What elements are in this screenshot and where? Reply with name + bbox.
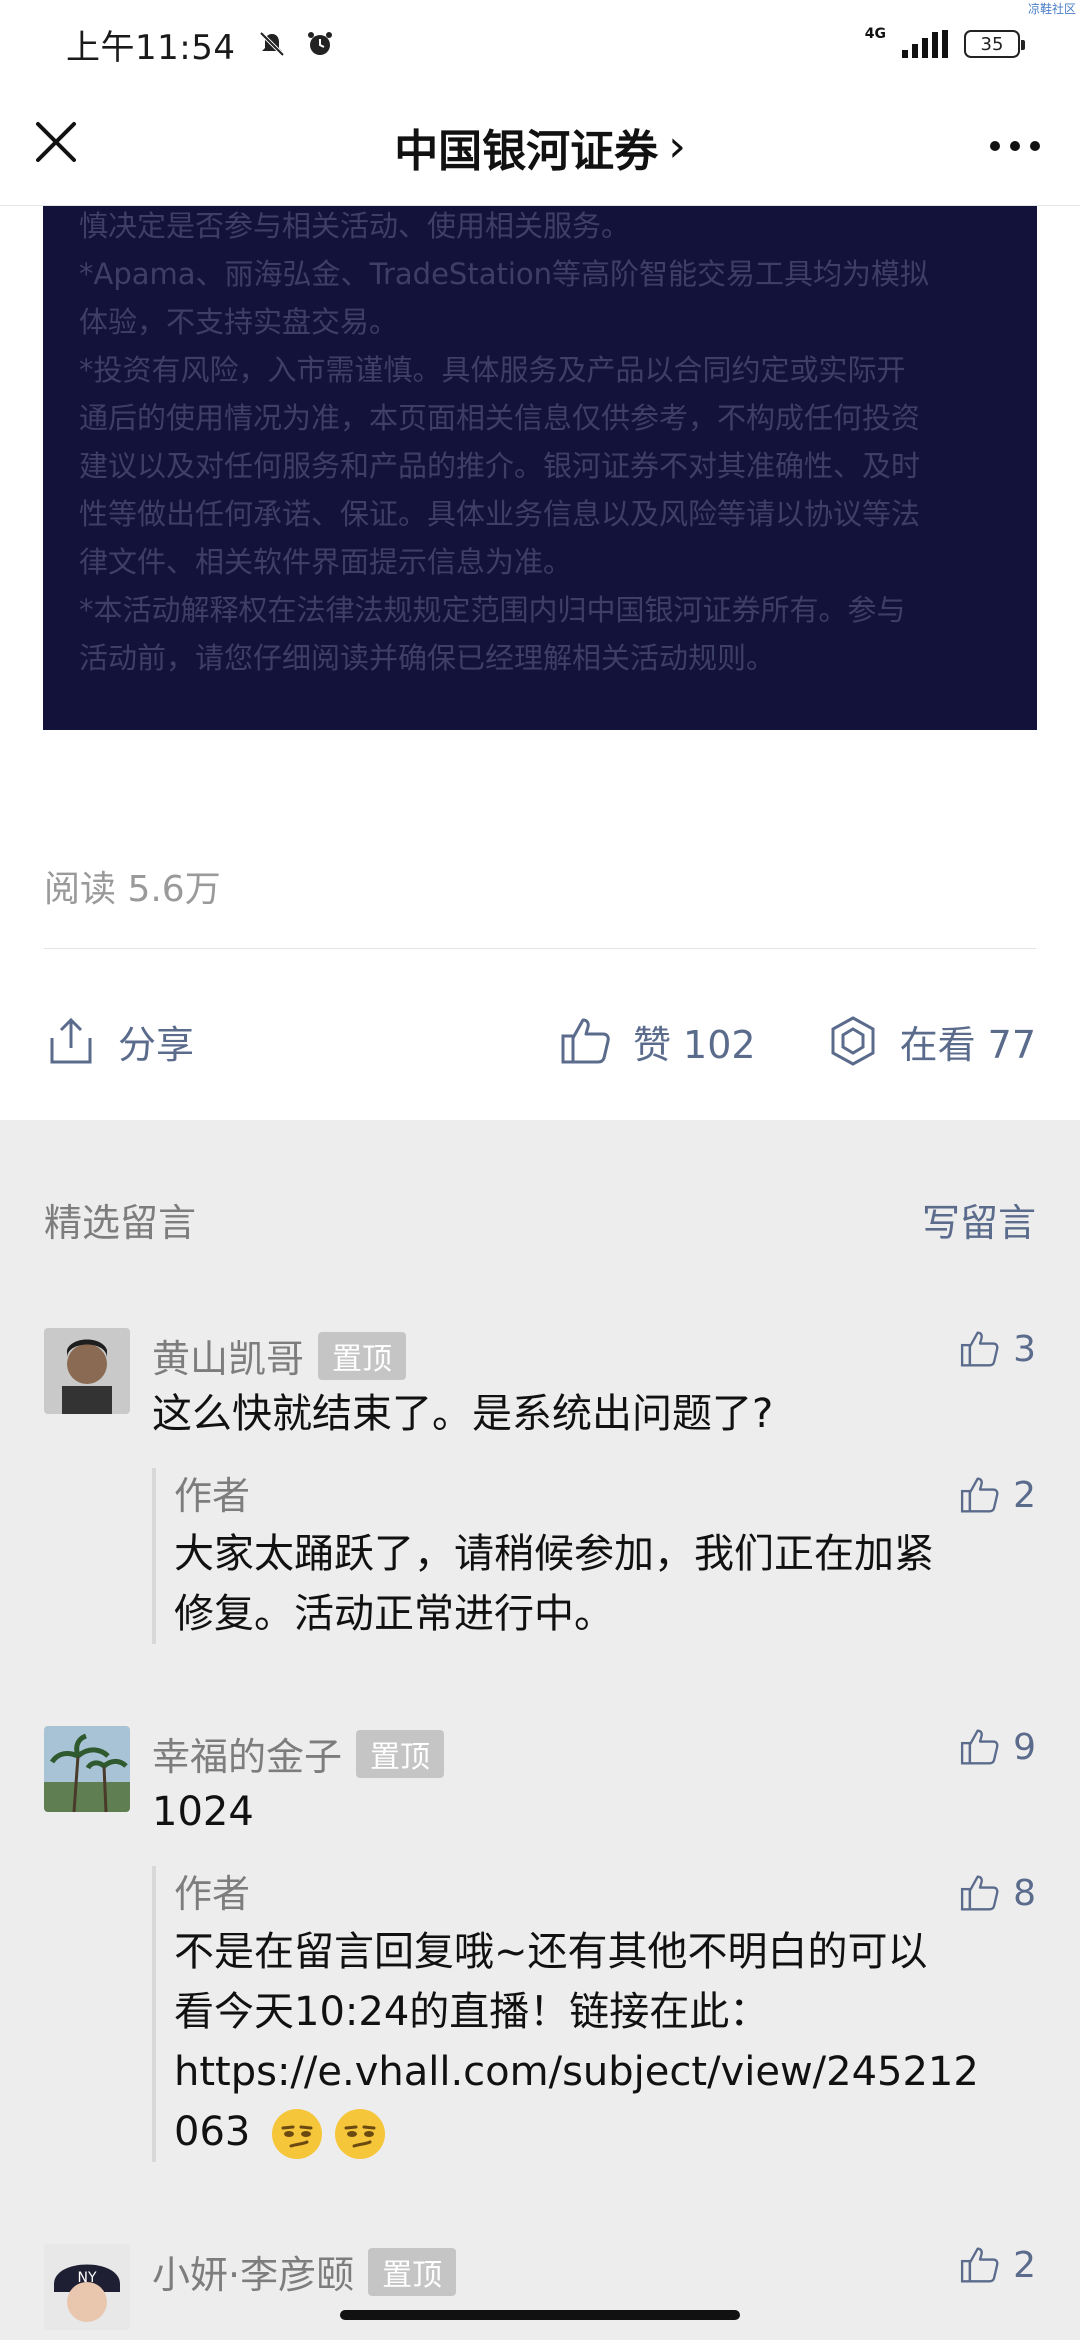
reply-text-line: 不是在留言回复哦~还有其他不明白的可以 xyxy=(174,1929,928,1975)
status-time: 上午11:54 xyxy=(66,27,236,68)
disclaimer-line: 体验，不支持实盘交易。 xyxy=(79,305,399,339)
comment-text: 这么快就结束了。是系统出问题了? xyxy=(152,1391,774,1437)
disclaimer-line: *投资有风险，入市需谨慎。具体服务及产品以合同约定或实际开 xyxy=(79,353,906,387)
reply-link-tail: 063 xyxy=(174,2102,1036,2162)
watching-label: 在看 77 xyxy=(899,1022,1036,1067)
more-dot xyxy=(1030,141,1040,151)
comment-item: 幸福的金子 置顶 9 1024 作者 不是在留言回复哦~还有其他不明白的可以 看… xyxy=(44,1726,1036,2166)
more-dot xyxy=(990,141,1000,151)
avatar[interactable] xyxy=(44,1726,130,1812)
thumbs-up-icon xyxy=(961,1477,999,1513)
reply-link-line: https://e.vhall.com/subject/view/245212 xyxy=(174,2049,979,2095)
author-reply: 作者 不是在留言回复哦~还有其他不明白的可以 看今天10:24的直播！链接在此：… xyxy=(152,1866,1036,2162)
corner-watermark: 凉鞋社区 xyxy=(1027,2,1076,16)
watching-icon xyxy=(831,1016,875,1066)
close-icon[interactable] xyxy=(30,116,90,176)
thumbs-up-icon xyxy=(961,1875,999,1911)
commenter-name[interactable]: 幸福的金子 xyxy=(152,1726,342,1781)
thumbs-up-icon xyxy=(561,1018,610,1064)
battery-icon: 35 xyxy=(964,30,1025,58)
account-name: 中国银河证券 xyxy=(394,125,659,177)
share-icon xyxy=(50,1017,92,1064)
watching-button[interactable]: 在看 77 xyxy=(826,1014,1036,1069)
reply-author: 作者 xyxy=(174,1474,251,1518)
avatar[interactable] xyxy=(44,1328,130,1414)
write-comment-button[interactable]: 写留言 xyxy=(922,1192,1036,1247)
author-reply: 作者 大家太踊跃了，请稍候参加，我们正在加紧 修复。活动正常进行中。 xyxy=(152,1468,1036,1644)
more-dot xyxy=(1010,141,1020,151)
comment-item: 黄山凯哥 置顶 3 这么快就结束了。是系统出问题了? 作者 大家太踊跃了，请稍候… xyxy=(44,1328,1036,1658)
divider xyxy=(44,948,1036,949)
reply-text-line: 看今天10:24的直播！链接在此： xyxy=(174,1989,770,2035)
avatar[interactable]: NY xyxy=(44,2244,130,2330)
smirk-emoji-icon xyxy=(334,2109,385,2159)
home-indicator[interactable] xyxy=(340,2310,740,2320)
comment-like-button[interactable]: 9 xyxy=(959,1726,1036,1768)
reply-like-button[interactable]: 8 xyxy=(959,1872,1036,1914)
status-right: 4G 35 xyxy=(865,26,1025,58)
comment-like-count: 3 xyxy=(1013,1328,1036,1370)
reply-like-button[interactable]: 2 xyxy=(959,1474,1036,1516)
reply-author: 作者 xyxy=(174,1872,251,1916)
comment-like-count: 9 xyxy=(1013,1726,1036,1768)
disclaimer-line: 慎决定是否参与相关活动、使用相关服务。 xyxy=(79,209,631,243)
pinned-badge: 置顶 xyxy=(356,1729,445,1778)
disclaimer-line: 通后的使用情况为准，本页面相关信息仅供参考，不构成任何投资 xyxy=(79,401,921,435)
mute-icon xyxy=(260,31,285,57)
account-title[interactable]: 中国银河证券 › xyxy=(394,115,686,179)
comment-like-count: 2 xyxy=(1013,2244,1036,2286)
disclaimer-line: 性等做出任何承诺、保证。具体业务信息以及风险等请以协议等法 xyxy=(79,497,921,531)
disclaimer-line: 活动前，请您仔细阅读并确保已经理解相关活动规则。 xyxy=(79,641,776,675)
comment-like-button[interactable]: 2 xyxy=(959,2244,1036,2286)
comment-meta: 小妍·李彦颐 置顶 xyxy=(152,2244,457,2299)
comments-title: 精选留言 xyxy=(44,1201,197,1245)
like-button[interactable]: 赞 102 xyxy=(559,1014,756,1069)
network-type: 4G xyxy=(864,26,886,42)
pinned-badge: 置顶 xyxy=(318,1331,407,1380)
commenter-name[interactable]: 黄山凯哥 xyxy=(152,1328,304,1383)
disclaimer-line: *Apama、丽海弘金、TradeStation等高阶智能交易工具均为模拟 xyxy=(79,257,930,291)
article-footer: 慎决定是否参与相关活动、使用相关服务。 *Apama、丽海弘金、TradeSta… xyxy=(0,206,1080,1120)
reply-text-line: 修复。活动正常进行中。 xyxy=(174,1591,614,1637)
status-bar: 上午11:54 4G 35 凉鞋社区 xyxy=(0,0,1080,88)
disclaimer-line: 律文件、相关软件界面提示信息为准。 xyxy=(79,545,573,579)
comment-meta: 黄山凯哥 置顶 xyxy=(152,1328,407,1383)
reply-like-count: 2 xyxy=(1013,1474,1036,1516)
status-left-icons xyxy=(257,29,335,59)
thumbs-up-icon xyxy=(961,2247,999,2283)
reply-link-end: 063 xyxy=(174,2109,251,2155)
chevron-right-icon: › xyxy=(668,121,686,172)
disclaimer-line: 建议以及对任何服务和产品的推介。银河证券不对其准确性、及时 xyxy=(79,449,921,483)
comment-meta: 幸福的金子 置顶 xyxy=(152,1726,445,1781)
thumbs-up-icon xyxy=(961,1331,999,1367)
reply-like-count: 8 xyxy=(1013,1872,1036,1914)
smirk-emoji-icon xyxy=(272,2109,323,2159)
comment-text: 1024 xyxy=(152,1789,254,1835)
like-label: 赞 102 xyxy=(632,1022,756,1067)
reply-text-line: 大家太踊跃了，请稍候参加，我们正在加紧 xyxy=(174,1531,934,1577)
comment-item: NY 小妍·李彦颐 置顶 2 xyxy=(44,2244,1036,2340)
action-row: 分享 赞 102 在看 77 xyxy=(44,996,1036,1086)
battery-level: 35 xyxy=(980,33,1004,55)
read-count: 阅读 5.6万 xyxy=(44,869,221,910)
pinned-badge: 置顶 xyxy=(368,2247,457,2296)
comments-header: 精选留言 写留言 xyxy=(44,1192,1036,1247)
commenter-name[interactable]: 小妍·李彦颐 xyxy=(152,2244,354,2299)
svg-text:NY: NY xyxy=(77,2270,96,2286)
alarm-icon xyxy=(308,32,333,55)
share-button[interactable]: 分享 xyxy=(44,1014,194,1069)
disclaimer-block: 慎决定是否参与相关活动、使用相关服务。 *Apama、丽海弘金、TradeSta… xyxy=(43,206,1037,730)
signal-icon xyxy=(902,30,948,58)
share-label: 分享 xyxy=(118,1022,195,1067)
more-button[interactable] xyxy=(980,116,1050,176)
thumbs-up-icon xyxy=(961,1729,999,1765)
nav-header: 中国银河证券 › xyxy=(0,88,1080,206)
disclaimer-line: *本活动解释权在法律法规规定范围内归中国银河证券所有。参与 xyxy=(79,593,906,627)
comment-like-button[interactable]: 3 xyxy=(959,1328,1036,1370)
